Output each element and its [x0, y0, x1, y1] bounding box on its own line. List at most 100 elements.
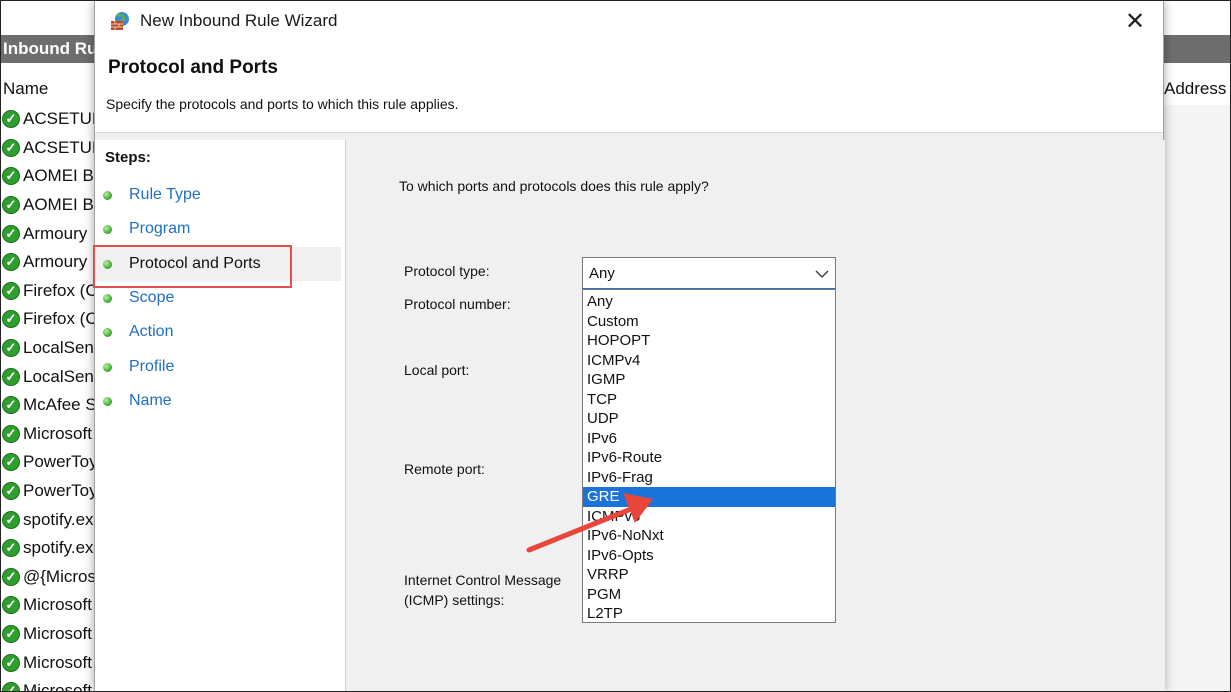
new-inbound-rule-wizard-dialog: New Inbound Rule Wizard ✕ Protocol and P… — [93, 1, 1165, 691]
icmp-settings-label-line1: Internet Control Message — [404, 572, 562, 588]
check-shield-icon: ✓ — [2, 310, 20, 329]
current-step-annotation-box — [93, 245, 292, 288]
rule-row-label: Firefox (C — [23, 280, 95, 300]
rule-row[interactable]: ✓ PowerToy — [1, 448, 95, 477]
protocol-option-l2tp[interactable]: L2TP — [583, 604, 835, 624]
check-shield-icon: ✓ — [2, 224, 20, 243]
steps-pane: Steps: Rule Type Program Protocol and Port… — [93, 140, 345, 691]
rule-row[interactable]: ✓ Microsoft — [1, 677, 95, 692]
check-shield-icon: ✓ — [2, 596, 20, 615]
chevron-down-icon — [815, 270, 829, 278]
rule-row[interactable]: ✓ Armoury — [1, 219, 95, 248]
inbound-rules-list: ✓ACSETUP✓ACSETUP✓AOMEI Ba✓AOMEI Ba✓Armou… — [1, 105, 95, 692]
rule-row-label: PowerToy — [23, 481, 95, 501]
rule-row[interactable]: ✓ Firefox (C — [1, 305, 95, 334]
protocol-option-igmp[interactable]: IGMP — [583, 370, 835, 390]
rule-row[interactable]: ✓LocalSend — [1, 362, 95, 391]
red-arrow-annotation — [526, 493, 653, 553]
step-label: Profile — [129, 358, 175, 375]
check-shield-icon: ✓ — [2, 482, 20, 501]
screenshot-stage: Inbound Ru Name Address ✓ACSETUP✓ACSETUP… — [0, 0, 1231, 692]
protocol-type-select[interactable]: Any — [582, 257, 836, 289]
rule-row[interactable]: ✓ACSETUP — [1, 134, 95, 163]
rule-row[interactable]: ✓ Microsoft — [1, 648, 95, 677]
check-shield-icon: ✓ — [2, 167, 20, 186]
rule-row[interactable]: ✓ACSETUP — [1, 105, 95, 134]
rule-row-label: AOMEI Ba — [23, 195, 95, 215]
header-separator — [95, 132, 1163, 140]
column-header-name[interactable]: Name — [3, 79, 48, 99]
rule-row[interactable]: ✓ spotify.ex — [1, 534, 95, 563]
check-shield-icon: ✓ — [2, 653, 20, 672]
protocol-option-pgm[interactable]: PGM — [583, 585, 835, 605]
rule-row-label: Armoury — [23, 223, 88, 243]
protocol-option-tcp[interactable]: TCP — [583, 390, 835, 410]
rule-row-label: LocalSend — [23, 338, 95, 358]
protocol-option-vrrp[interactable]: VRRP — [583, 565, 835, 585]
rule-row[interactable]: ✓ McAfee S — [1, 391, 95, 420]
rule-row[interactable]: ✓ Microsoft — [1, 591, 95, 620]
protocol-option-ipv6[interactable]: IPv6 — [583, 429, 835, 449]
check-shield-icon: ✓ — [2, 567, 20, 586]
protocol-option-any[interactable]: Any — [583, 292, 835, 312]
rule-row[interactable]: ✓ Firefox (C — [1, 277, 95, 306]
rule-row-label: PowerToy — [23, 452, 95, 472]
rule-row-label: Microsoft — [23, 681, 92, 692]
rule-row-label: LocalSend — [23, 366, 95, 386]
column-header-address[interactable]: Address — [1164, 79, 1226, 99]
rule-row[interactable]: ✓AOMEI Ba — [1, 191, 95, 220]
step-program[interactable]: Program — [95, 212, 341, 246]
step-label: Rule Type — [129, 186, 201, 203]
check-shield-icon: ✓ — [2, 624, 20, 643]
protocol-option-icmpv4[interactable]: ICMPv4 — [583, 351, 835, 371]
rule-row[interactable]: ✓ Microsoft — [1, 420, 95, 449]
rule-row-label: ACSETUP — [23, 137, 95, 157]
step-label: Program — [129, 220, 191, 237]
green-dot-icon — [103, 362, 112, 372]
firewall-app-icon — [111, 12, 129, 30]
rule-row-label: spotify.ex — [23, 538, 94, 558]
rule-row-label: spotify.ex — [23, 509, 94, 529]
rule-row[interactable]: ✓ Microsoft — [1, 620, 95, 649]
step-label: Action — [129, 323, 174, 340]
protocol-option-ipv6-route[interactable]: IPv6-Route — [583, 448, 835, 468]
rule-row[interactable]: ✓ PowerToy — [1, 477, 95, 506]
rule-row[interactable]: ✓LocalSend — [1, 334, 95, 363]
green-dot-icon — [103, 396, 112, 406]
step-action[interactable]: Action — [95, 315, 341, 349]
rule-row[interactable]: ✓ Armoury — [1, 248, 95, 277]
check-shield-icon: ✓ — [2, 453, 20, 472]
rule-row-label: Microsoft — [23, 652, 92, 672]
step-rule-type[interactable]: Rule Type — [95, 178, 341, 212]
page-subtitle: Specify the protocols and ports to which… — [106, 96, 459, 112]
green-dot-icon — [103, 190, 112, 200]
close-icon: ✕ — [1124, 7, 1146, 35]
rule-row-label: ACSETUP — [23, 109, 95, 129]
remote-port-label: Remote port: — [404, 461, 485, 477]
step-profile[interactable]: Profile — [95, 350, 341, 384]
close-button[interactable]: ✕ — [1121, 7, 1149, 35]
step-label: Scope — [129, 289, 175, 306]
protocol-option-hopopt[interactable]: HOPOPT — [583, 331, 835, 351]
rule-row-label: Firefox (C — [23, 309, 95, 329]
protocol-type-dropdown-list: Any Custom HOPOPT ICMPv4 IGMP TCP UDP IPv6 IPv6-… — [582, 289, 836, 623]
rule-row-label: Microsoft — [23, 423, 92, 443]
page-title: Protocol and Ports — [108, 57, 278, 78]
check-shield-icon: ✓ — [2, 539, 20, 558]
steps-title: Steps: — [105, 149, 151, 166]
rule-row[interactable]: ✓ @{Micros — [1, 563, 95, 592]
rule-row-label: Armoury — [23, 252, 88, 272]
rule-row-label: Microsoft — [23, 623, 92, 643]
rule-row[interactable]: ✓ spotify.ex — [1, 505, 95, 534]
check-shield-icon: ✓ — [2, 110, 20, 129]
rule-row-label: Microsoft — [23, 595, 92, 615]
main-content-pane: To which ports and protocols does this r… — [346, 140, 1165, 691]
step-name[interactable]: Name — [95, 384, 341, 418]
background-right-panel — [1164, 105, 1230, 691]
rule-row[interactable]: ✓AOMEI Ba — [1, 162, 95, 191]
check-shield-icon: ✓ — [2, 253, 20, 272]
protocol-type-label: Protocol type: — [404, 263, 490, 279]
local-port-label: Local port: — [404, 362, 470, 378]
protocol-option-custom[interactable]: Custom — [583, 312, 835, 332]
protocol-option-udp[interactable]: UDP — [583, 409, 835, 429]
